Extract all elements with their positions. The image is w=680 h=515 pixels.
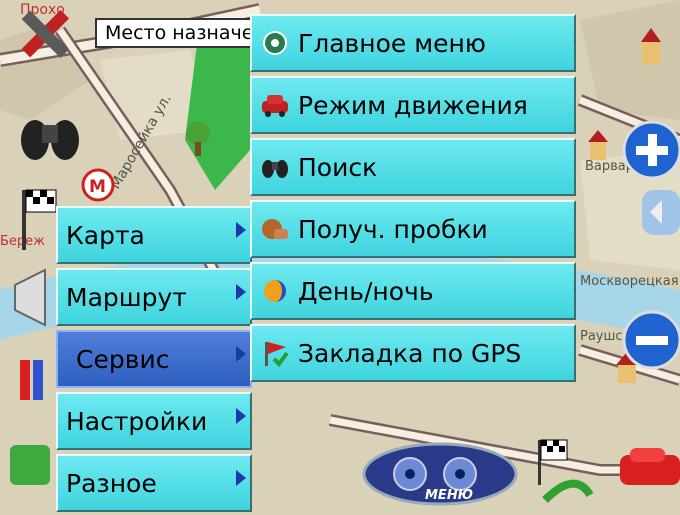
submenu-arrow-icon bbox=[236, 222, 246, 238]
menu-item-driving-mode[interactable]: Режим движения bbox=[250, 76, 576, 134]
submenu-arrow-icon bbox=[236, 284, 246, 300]
menu-item-label: День/ночь bbox=[298, 276, 434, 306]
zoom-out-button[interactable] bbox=[622, 310, 680, 370]
menu-item-label: Получ. пробки bbox=[298, 214, 488, 244]
menu-item-karta[interactable]: Карта bbox=[56, 206, 252, 264]
menu-item-label: Поиск bbox=[298, 152, 378, 182]
car-driving-mode-icon bbox=[258, 88, 292, 122]
menu-item-marshrut[interactable]: Маршрут bbox=[56, 268, 252, 326]
metro-letter: М bbox=[89, 177, 106, 197]
submenu-arrow-icon bbox=[236, 470, 246, 486]
traffic-jam-icon bbox=[258, 212, 292, 246]
menu-item-main-menu[interactable]: Главное меню bbox=[250, 14, 576, 72]
menu-item-gps-bookmark[interactable]: Закладка по GPS bbox=[250, 324, 576, 382]
menu-button-label: МЕНЮ bbox=[425, 488, 473, 503]
menu-item-label: Разное bbox=[66, 468, 157, 498]
day-night-icon bbox=[258, 274, 292, 308]
menu-item-label: Закладка по GPS bbox=[298, 338, 522, 368]
menu-item-servis[interactable]: Сервис bbox=[56, 330, 252, 388]
menu-item-day-night[interactable]: День/ночь bbox=[250, 262, 576, 320]
main-menu-icon bbox=[258, 26, 292, 60]
menu-button[interactable]: МЕНЮ bbox=[360, 438, 520, 508]
gps-bookmark-icon bbox=[258, 336, 292, 370]
menu-item-label: Маршрут bbox=[66, 282, 187, 312]
menu-item-label: Главное меню bbox=[298, 28, 486, 58]
map-label: Москворецкая наб. bbox=[580, 274, 680, 289]
menu-item-label: Сервис bbox=[76, 344, 170, 374]
destination-tooltip: Место назначения bbox=[95, 18, 255, 48]
route-icon[interactable] bbox=[10, 445, 50, 485]
zoom-in-button[interactable] bbox=[622, 120, 680, 180]
menu-item-search[interactable]: Поиск bbox=[250, 138, 576, 196]
menu-item-get-traffic[interactable]: Получ. пробки bbox=[250, 200, 576, 258]
menu-item-label: Режим движения bbox=[298, 90, 528, 120]
submenu-arrow-icon bbox=[236, 408, 246, 424]
binoculars-icon bbox=[258, 150, 292, 184]
menu-item-nastroyki[interactable]: Настройки bbox=[56, 392, 252, 450]
menu-item-raznoe[interactable]: Разное bbox=[56, 454, 252, 512]
menu-item-label: Настройки bbox=[66, 406, 208, 436]
menu-item-label: Карта bbox=[66, 220, 145, 250]
zoom-slider[interactable] bbox=[642, 190, 680, 235]
tree-icon bbox=[186, 121, 210, 145]
submenu-arrow-icon bbox=[236, 346, 246, 362]
